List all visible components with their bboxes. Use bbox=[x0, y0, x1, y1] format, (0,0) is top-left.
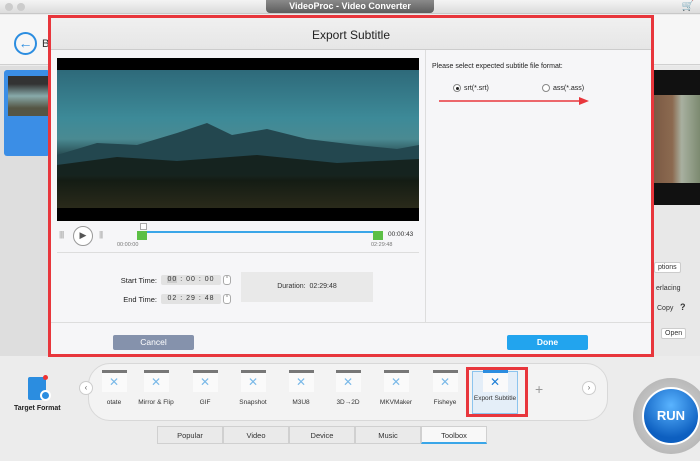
video-frame bbox=[57, 70, 419, 208]
ass-radio[interactable] bbox=[542, 84, 550, 92]
thumbnail-image bbox=[8, 76, 50, 116]
video-preview bbox=[57, 58, 419, 221]
end-time-label: End Time: bbox=[123, 295, 157, 304]
options-button[interactable]: ptions bbox=[654, 262, 681, 273]
tab-toolbox[interactable]: Toolbox bbox=[421, 426, 487, 444]
export-subtitle-dialog: Export Subtitle |||| ▶ ||| 00:00:00 02:2… bbox=[48, 15, 654, 357]
tool-label: 3D→2D bbox=[336, 399, 360, 406]
time-settings: Start Time: 00 : 00 : 00 ⌃ End Time: 02 … bbox=[57, 253, 425, 338]
tab-device[interactable]: Device bbox=[289, 426, 355, 444]
back-button[interactable]: ← bbox=[14, 32, 37, 55]
tool-label: Export Subtitle bbox=[473, 395, 517, 402]
target-format-label: Target Format bbox=[14, 405, 61, 412]
wrench-icon: ✕ bbox=[143, 370, 169, 392]
start-time-stepper[interactable]: ⌃ bbox=[223, 275, 231, 285]
tool-snapshot[interactable]: ✕ Snapshot bbox=[229, 370, 277, 407]
wrench-icon: ✕ bbox=[482, 370, 508, 392]
timeline-end-time: 02:29:48 bbox=[371, 242, 393, 248]
end-time-input[interactable]: 02 : 29 : 48 bbox=[161, 294, 221, 304]
wrench-icon: ✕ bbox=[192, 370, 218, 392]
srt-radio[interactable] bbox=[453, 84, 461, 92]
start-trim-handle[interactable] bbox=[137, 231, 147, 240]
gear-icon bbox=[40, 390, 51, 401]
preview-image bbox=[654, 95, 700, 183]
start-time-input[interactable]: 00 : 00 : 00 bbox=[161, 275, 221, 285]
add-tool-button[interactable]: + bbox=[535, 381, 543, 397]
tab-music[interactable]: Music bbox=[355, 426, 421, 444]
srt-label: srt(*.srt) bbox=[464, 85, 489, 92]
tool-mirror-flip[interactable]: ✕ Mirror & Flip bbox=[132, 370, 180, 407]
start-time-label: Start Time: bbox=[120, 276, 157, 285]
category-tabs: Popular Video Device Music Toolbox bbox=[157, 426, 487, 444]
end-time-stepper[interactable]: ⌃ bbox=[223, 294, 231, 304]
mountain-scene bbox=[57, 123, 419, 175]
divider bbox=[51, 322, 651, 323]
ass-label: ass(*.ass) bbox=[553, 85, 585, 92]
tab-video[interactable]: Video bbox=[223, 426, 289, 444]
tool-label: GIF bbox=[199, 399, 211, 406]
timeline-start-time: 00:00:00 bbox=[117, 242, 139, 248]
tool-gif[interactable]: ✕ GIF bbox=[181, 370, 229, 407]
tool-label: M3U8 bbox=[292, 399, 310, 406]
tool-fisheye[interactable]: ✕ Fisheye bbox=[421, 370, 469, 407]
timeline-track[interactable] bbox=[145, 231, 375, 233]
current-time: 00:00:43 bbox=[388, 231, 414, 238]
tool-label: Mirror & Flip bbox=[138, 399, 174, 406]
copy-label: Copy bbox=[657, 305, 674, 312]
timeline: |||| ▶ ||| 00:00:00 02:29:48 00:00:43 bbox=[57, 221, 419, 253]
tool-label: MKVMaker bbox=[379, 399, 413, 406]
end-trim-handle[interactable] bbox=[373, 231, 383, 240]
help-icon[interactable]: ? bbox=[680, 302, 686, 312]
playhead[interactable] bbox=[140, 223, 147, 230]
minimize-window-button[interactable] bbox=[17, 3, 25, 11]
tool-label: otate bbox=[106, 399, 122, 406]
deinterlacing-label: erlacing bbox=[656, 285, 681, 292]
tool-label: Snapshot bbox=[239, 399, 267, 406]
wrench-icon: ✕ bbox=[335, 370, 361, 392]
tab-popular[interactable]: Popular bbox=[157, 426, 223, 444]
notification-dot bbox=[43, 375, 48, 380]
wrench-icon: ✕ bbox=[432, 370, 458, 392]
dialog-title: Export Subtitle bbox=[51, 18, 651, 50]
open-button[interactable]: Open bbox=[661, 328, 687, 339]
title-bar: VideoProc - Video Converter 🛒 bbox=[0, 0, 700, 14]
tool-export-subtitle[interactable]: ✕ Export Subtitle bbox=[471, 370, 519, 403]
grip-icon: ||| bbox=[99, 230, 103, 239]
tool-3d-2d[interactable]: ✕ 3D→2D bbox=[324, 370, 372, 407]
window-title: VideoProc - Video Converter bbox=[266, 0, 434, 13]
grip-icon: |||| bbox=[59, 230, 64, 239]
tool-label: Fisheye bbox=[433, 399, 457, 406]
format-prompt: Please select expected subtitle file for… bbox=[432, 63, 563, 70]
wrench-icon: ✕ bbox=[383, 370, 409, 392]
cart-icon[interactable]: 🛒 bbox=[682, 1, 694, 12]
wrench-icon: ✕ bbox=[240, 370, 266, 392]
run-button[interactable]: RUN bbox=[642, 387, 700, 445]
wrench-icon: ✕ bbox=[288, 370, 314, 392]
scroll-right-button[interactable]: › bbox=[582, 381, 596, 395]
tool-m3u8[interactable]: ✕ M3U8 bbox=[277, 370, 325, 407]
tool-mkvmaker[interactable]: ✕ MKVMaker bbox=[372, 370, 420, 407]
done-button[interactable]: Done bbox=[507, 335, 588, 350]
wrench-icon: ✕ bbox=[101, 370, 127, 392]
duration-box: Duration: 02:29:48 bbox=[241, 272, 373, 302]
annotation-arrow bbox=[439, 97, 589, 105]
divider bbox=[425, 50, 426, 322]
tool-rotate[interactable]: ✕ otate bbox=[90, 370, 138, 407]
close-window-button[interactable] bbox=[5, 3, 13, 11]
cancel-button[interactable]: Cancel bbox=[113, 335, 194, 350]
play-button[interactable]: ▶ bbox=[73, 226, 93, 246]
